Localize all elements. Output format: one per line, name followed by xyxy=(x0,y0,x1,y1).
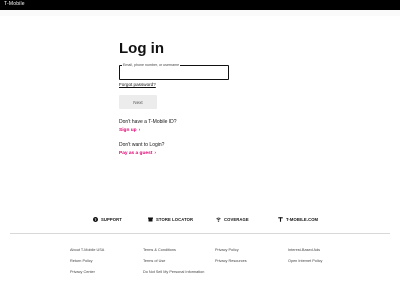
question-circle-icon: ? xyxy=(93,217,98,222)
guest-prompt: Don't want to Login? xyxy=(119,142,165,148)
page-title: Log in xyxy=(119,40,164,57)
footer-link-do-not-sell[interactable]: Do Not Sell My Personal Information xyxy=(143,270,204,274)
support-label: SUPPORT xyxy=(101,217,122,222)
next-button[interactable]: Next xyxy=(119,95,157,109)
forgot-password-link[interactable]: Forgot password? xyxy=(119,82,156,87)
signup-link[interactable]: Sign up › xyxy=(119,128,140,133)
help-links-row: ? SUPPORT STORE LOCATOR COVERAGE T-MOBIL… xyxy=(0,217,400,227)
footer-link-privacy-policy[interactable]: Privacy Policy xyxy=(215,248,239,252)
signup-link-label: Sign up xyxy=(119,128,137,133)
footer-link-open-internet[interactable]: Open Internet Policy xyxy=(288,259,322,263)
signup-prompt: Don't have a T-Mobile ID? xyxy=(119,119,177,125)
tmobile-com-label: T-MOBILE.COM xyxy=(286,217,319,222)
t-logo-icon xyxy=(278,217,283,222)
footer-link-about[interactable]: About T-Mobile USA xyxy=(70,248,104,252)
store-locator-link[interactable]: STORE LOCATOR xyxy=(148,217,193,222)
brand-logo[interactable]: T-Mobile xyxy=(4,1,25,7)
footer-link-privacy-resources[interactable]: Privacy Resources xyxy=(215,259,247,263)
chevron-right-icon: › xyxy=(154,151,156,156)
top-bar: T-Mobile xyxy=(0,0,400,10)
coverage-link[interactable]: COVERAGE xyxy=(216,217,249,222)
store-icon xyxy=(148,217,153,222)
footer-link-return-policy[interactable]: Return Policy xyxy=(70,259,93,263)
login-id-label: Email, phone number, or username xyxy=(122,63,181,67)
svg-text:?: ? xyxy=(94,218,96,222)
footer-link-privacy-center[interactable]: Privacy Center xyxy=(70,270,95,274)
login-id-field[interactable]: Email, phone number, or username xyxy=(119,63,229,85)
pay-as-guest-link[interactable]: Pay as a guest › xyxy=(119,151,156,156)
coverage-label: COVERAGE xyxy=(224,217,249,222)
pay-as-guest-label: Pay as a guest xyxy=(119,151,153,156)
footer-link-interest-based-ads[interactable]: Interest-Based Ads xyxy=(288,248,320,252)
footer-link-terms-of-use[interactable]: Terms of Use xyxy=(143,259,165,263)
chevron-right-icon: › xyxy=(138,128,141,133)
header-band xyxy=(0,10,400,16)
signal-icon xyxy=(216,217,221,222)
login-form: Log in Email, phone number, or username … xyxy=(119,40,239,156)
store-locator-label: STORE LOCATOR xyxy=(156,217,194,222)
tmobile-com-link[interactable]: T-MOBILE.COM xyxy=(278,217,318,222)
support-link[interactable]: ? SUPPORT xyxy=(93,217,122,222)
footer-link-terms-conditions[interactable]: Terms & Conditions xyxy=(143,248,176,252)
footer-divider xyxy=(10,233,390,234)
